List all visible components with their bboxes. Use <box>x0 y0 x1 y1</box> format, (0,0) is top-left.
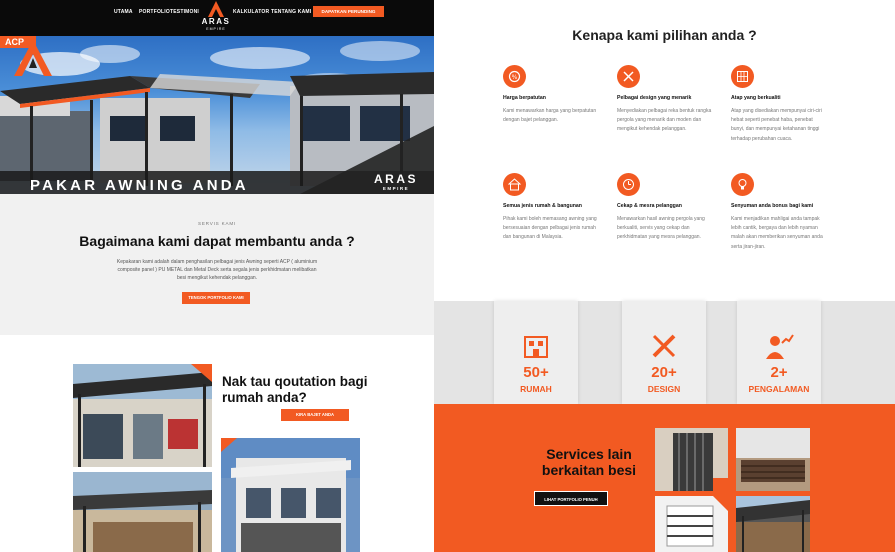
stat-number: 50+ <box>523 364 549 381</box>
feature-text: Pihak kami boleh memasang awning yang be… <box>503 216 597 241</box>
awning-photo-1-graphic <box>73 364 212 467</box>
design-tools-icon <box>617 65 640 88</box>
left-page-column: UTAMA PORTFOLIO TESTIMONI ARAS EMPIRE KA… <box>0 0 434 552</box>
view-portfolio-button[interactable]: TENGOK PORTFOLIO KAMI <box>182 292 250 304</box>
gate-photo-4-graphic <box>736 496 810 552</box>
nav-item-testimoni[interactable]: TESTIMONI <box>170 9 199 15</box>
nav-item-tentang-kami[interactable]: TENTANG KAMI <box>271 9 311 15</box>
feature-text: Menyediakan pelbagai reka bentuk rangka … <box>617 108 712 133</box>
other-services-title: Services lain berkaitan besi <box>541 446 637 478</box>
aras-empire-logo[interactable]: ARAS EMPIRE <box>198 0 234 34</box>
worker-growth-icon <box>766 334 794 359</box>
fast-service-icon <box>617 173 640 196</box>
awning-photo-2 <box>73 472 212 552</box>
hero-banner: ACP PAKAR AWNING ANDA ARAS EMPIRE <box>0 36 434 194</box>
get-consultation-button[interactable]: DAPATKAN PERUNDING <box>313 6 384 17</box>
awning-photo-1 <box>73 364 212 467</box>
stat-experience: 2+ PENGALAMAN <box>737 301 821 404</box>
stat-number: 2+ <box>770 364 788 381</box>
stat-label: DESIGN <box>647 384 681 394</box>
why-choose-us-title: Kenapa kami pilihan anda ? <box>572 27 757 43</box>
services-section: SERVIS KAMI Bagaimana kami dapat membant… <box>0 194 434 335</box>
stats-section: 50+ RUMAH 20+ DESIGN 2+ PENGALAMAN <box>434 301 895 404</box>
awning-photo-2-graphic <box>73 472 212 552</box>
quotation-title: Nak tau qoutation bagi rumah anda? <box>222 374 368 405</box>
gate-photo-4 <box>736 496 810 552</box>
hero-logo-mark-icon <box>14 40 52 76</box>
stat-designs: 20+ DESIGN <box>622 301 706 404</box>
awning-photo-3 <box>221 438 360 552</box>
nav-item-utama[interactable]: UTAMA <box>114 9 133 15</box>
other-services-section: Services lain berkaitan besi LIHAT PORTF… <box>434 404 895 552</box>
gate-photo-1-graphic <box>655 428 728 491</box>
feature-text: Kami menjadikan mahligai anda tampak leb… <box>731 216 823 250</box>
gate-photo-1 <box>655 428 728 491</box>
gate-photo-3 <box>655 496 728 552</box>
price-tag-icon: % <box>503 65 526 88</box>
logo-text: ARAS <box>201 17 231 26</box>
view-full-portfolio-button[interactable]: LIHAT PORTFOLIO PENUH <box>534 491 608 506</box>
quotation-section: Nak tau qoutation bagi rumah anda? KIRA … <box>0 335 434 552</box>
feature-title: Atap yang berkualiti <box>731 95 781 101</box>
house-plan-icon <box>503 173 526 196</box>
awning-photo-3-graphic <box>221 438 360 552</box>
gate-photo-3-graphic <box>655 496 728 552</box>
roof-grid-icon <box>731 65 754 88</box>
hero-headline: PAKAR AWNING ANDA <box>30 177 249 194</box>
hero-brand-sub: EMPIRE <box>382 186 410 191</box>
logo-subtext: EMPIRE <box>206 27 226 31</box>
stat-label: RUMAH <box>520 384 552 394</box>
feature-title: Harga berpatutan <box>503 95 546 101</box>
right-page-column: Kenapa kami pilihan anda ? % Harga berpa… <box>434 0 895 552</box>
feature-text: Menawarkan hasil awning pergola yang ber… <box>617 216 705 241</box>
feature-text: Atap yang disediakan mempunyai ciri-ciri… <box>731 108 822 142</box>
feature-title: Semua jenis rumah & bangunan <box>503 203 582 209</box>
services-title: Bagaimana kami dapat membantu anda ? <box>79 233 355 249</box>
services-label: SERVIS KAMI <box>197 221 237 226</box>
feature-text: Kami menawarkan harga yang berpatutan de… <box>503 108 597 124</box>
hero-brand-name: ARAS <box>373 172 418 186</box>
feature-title: Senyuman anda bonus bagi kami <box>731 203 814 209</box>
feature-title: Cekap & mesra pelanggan <box>617 203 682 209</box>
stat-houses: 50+ RUMAH <box>494 301 578 404</box>
building-icon <box>524 336 548 358</box>
calculate-budget-button[interactable]: KIRA BAJET ANDA <box>281 409 349 421</box>
gate-photo-2-graphic <box>736 428 810 491</box>
lightbulb-icon <box>731 173 754 196</box>
services-description: Kepakaran kami adalah dalam penghasilan … <box>116 259 318 281</box>
nav-item-kalkulator[interactable]: KALKULATOR <box>233 9 269 15</box>
gate-photo-2 <box>736 428 810 491</box>
svg-text:%: % <box>512 74 518 81</box>
ruler-pencil-icon <box>652 334 676 358</box>
feature-title: Pelbagai design yang menarik <box>617 95 692 101</box>
stat-label: PENGALAMAN <box>748 384 810 394</box>
stat-number: 20+ <box>651 364 677 381</box>
nav-item-portfolio[interactable]: PORTFOLIO <box>139 9 170 15</box>
top-navigation: UTAMA PORTFOLIO TESTIMONI ARAS EMPIRE KA… <box>0 0 434 36</box>
